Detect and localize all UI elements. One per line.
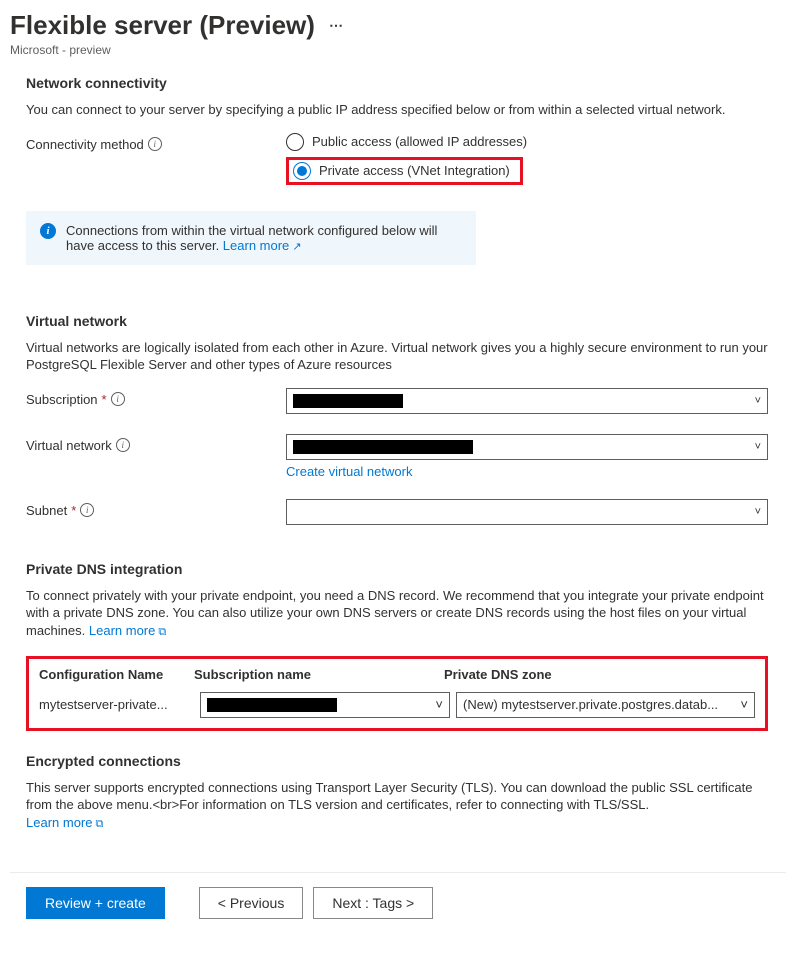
page-subtitle: Microsoft - preview	[10, 43, 786, 57]
redacted-value	[293, 394, 403, 408]
vnet-description: Virtual networks are logically isolated …	[26, 339, 768, 374]
info-icon[interactable]: i	[80, 503, 94, 517]
col-subscription-name: Subscription name	[194, 667, 444, 682]
info-badge-icon: i	[40, 223, 56, 239]
info-callout: i Connections from within the virtual ne…	[26, 211, 476, 265]
radio-public-access[interactable]: Public access (allowed IP addresses)	[286, 133, 768, 151]
chevron-down-icon: ˅	[755, 441, 761, 453]
highlight-private-access: Private access (VNet Integration)	[286, 157, 523, 185]
config-name-value: mytestserver-private...	[39, 697, 194, 712]
required-asterisk: *	[71, 503, 76, 518]
enc-learn-more-link[interactable]: Learn more	[26, 815, 103, 830]
connectivity-method-label: Connectivity method	[26, 137, 144, 152]
info-learn-more-link[interactable]: Learn more	[223, 238, 302, 253]
col-private-dns-zone: Private DNS zone	[444, 667, 755, 682]
radio-public-label: Public access (allowed IP addresses)	[312, 134, 527, 149]
subnet-label: Subnet	[26, 503, 67, 518]
more-menu-icon[interactable]: ⋯	[329, 17, 343, 34]
next-button[interactable]: Next : Tags >	[313, 887, 433, 919]
dns-zone-value: (New) mytestserver.private.postgres.data…	[463, 697, 718, 712]
col-configuration-name: Configuration Name	[39, 667, 194, 682]
previous-button[interactable]: < Previous	[199, 887, 304, 919]
info-icon[interactable]: i	[148, 137, 162, 151]
chevron-down-icon: ˅	[755, 395, 761, 407]
encrypted-description: This server supports encrypted connectio…	[26, 780, 752, 813]
redacted-value	[207, 698, 337, 712]
redacted-value	[293, 440, 473, 454]
section-dns-heading: Private DNS integration	[26, 561, 768, 577]
subscription-select[interactable]: ˅	[286, 388, 768, 414]
chevron-down-icon: ˅	[755, 506, 761, 518]
info-icon[interactable]: i	[111, 392, 125, 406]
required-asterisk: *	[102, 392, 107, 407]
review-create-button[interactable]: Review + create	[26, 887, 165, 919]
dns-zone-select[interactable]: (New) mytestserver.private.postgres.data…	[456, 692, 755, 718]
subscription-label: Subscription	[26, 392, 98, 407]
radio-unchecked-icon	[286, 133, 304, 151]
chevron-down-icon: ˅	[435, 697, 443, 712]
section-network-heading: Network connectivity	[26, 75, 768, 91]
virtual-network-label: Virtual network	[26, 438, 112, 453]
dns-learn-more-link[interactable]: Learn more	[89, 623, 166, 638]
page-title: Flexible server (Preview)	[10, 10, 315, 41]
network-description: You can connect to your server by specif…	[26, 101, 768, 119]
section-encrypted-heading: Encrypted connections	[26, 753, 768, 769]
info-icon[interactable]: i	[116, 438, 130, 452]
radio-checked-icon	[293, 162, 311, 180]
section-vnet-heading: Virtual network	[26, 313, 768, 329]
subnet-select[interactable]: ˅	[286, 499, 768, 525]
dns-subscription-select[interactable]: ˅	[200, 692, 450, 718]
divider	[10, 872, 786, 873]
create-virtual-network-link[interactable]: Create virtual network	[286, 464, 412, 479]
chevron-down-icon: ˅	[740, 697, 748, 712]
radio-private-label: Private access (VNet Integration)	[319, 163, 510, 178]
virtual-network-select[interactable]: ˅	[286, 434, 768, 460]
radio-private-access[interactable]: Private access (VNet Integration)	[293, 162, 510, 180]
highlight-dns-config: Configuration Name Subscription name Pri…	[26, 656, 768, 731]
